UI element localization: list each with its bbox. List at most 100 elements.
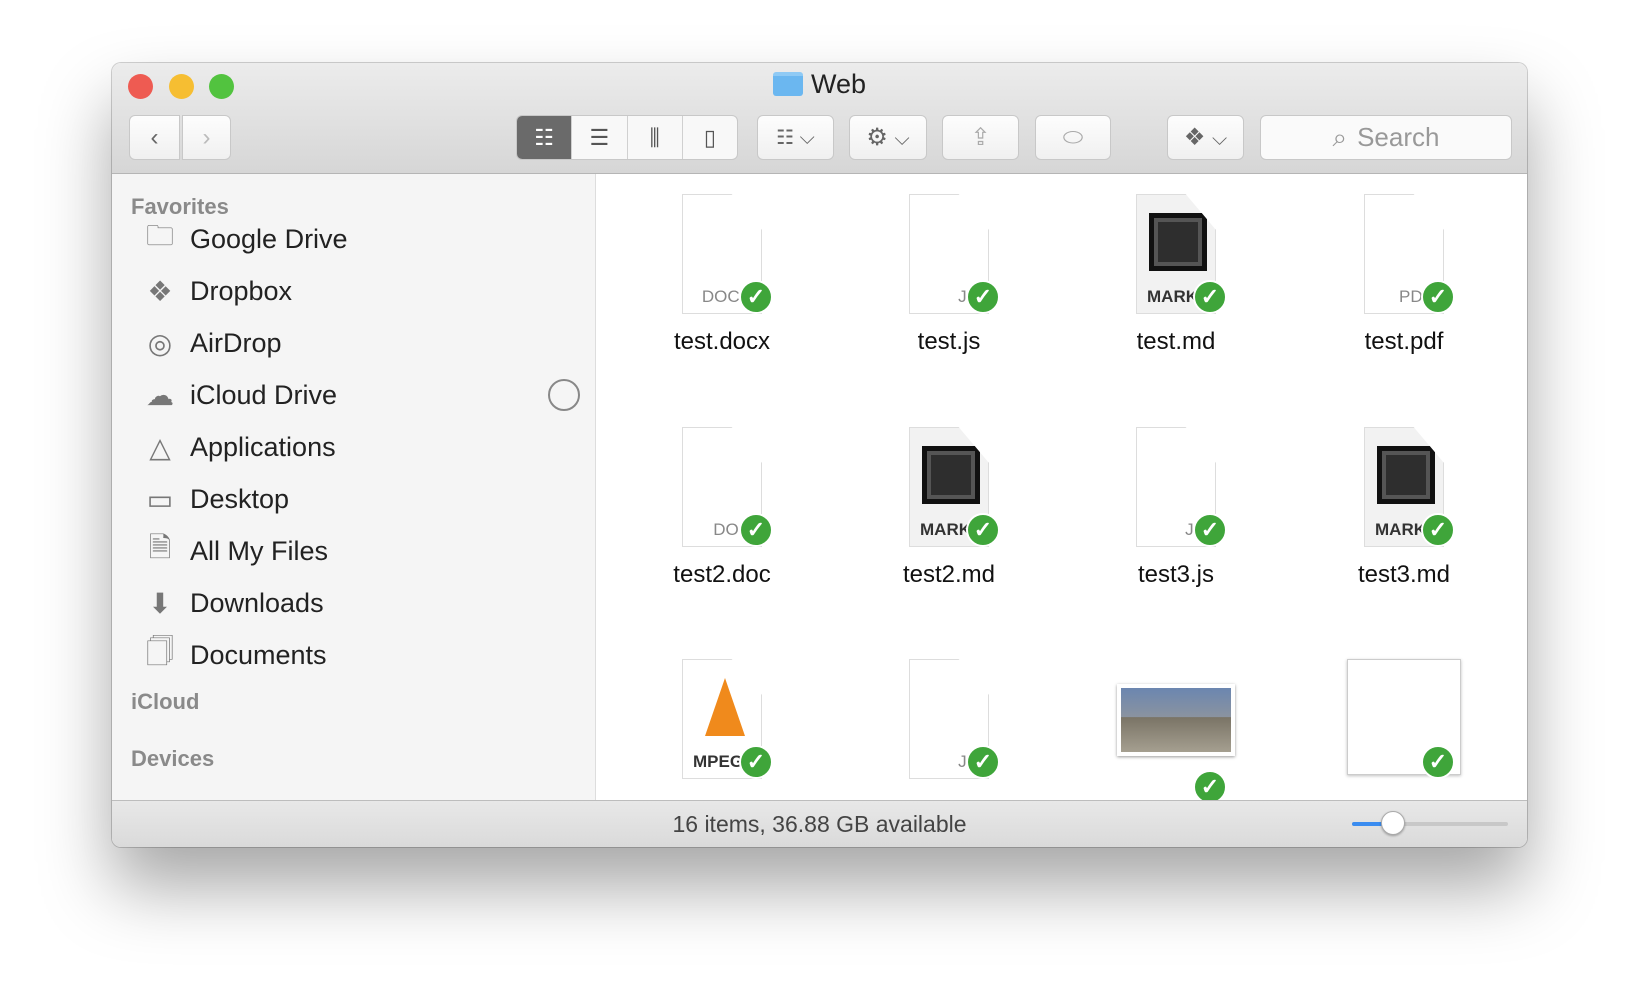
icon-view-button[interactable]: ☷ (517, 116, 573, 159)
synced-check-icon: ✓ (1421, 513, 1455, 547)
file-type-label: MARK (920, 520, 971, 539)
search-placeholder: Search (1357, 122, 1440, 152)
airdrop-icon: ◎ (147, 327, 173, 359)
synced-check-icon: ✓ (966, 513, 1000, 547)
file-type-label: MARK (1147, 287, 1198, 306)
view-switcher: ☷ ☰ ⫼ ▯ (516, 115, 738, 160)
back-button[interactable]: ‹ (129, 115, 180, 160)
markdown-icon (922, 446, 980, 504)
file-item[interactable]: JS✓test.js (839, 194, 1059, 356)
file-item[interactable]: JS✓test3.js (1066, 427, 1286, 589)
sidebar-item-label: Dropbox (190, 275, 293, 306)
file-grid: DOCX✓test.docxJS✓test.jsMARK✓test.mdPDF✓… (597, 174, 1527, 800)
cloud-icon: ☁ (146, 379, 174, 411)
sidebar-item-airdrop[interactable]: ◎ AirDrop (140, 321, 282, 365)
sidebar-item-documents[interactable]: 🗍 Documents (140, 633, 327, 677)
sidebar-item-label: All My Files (190, 535, 329, 566)
file-item[interactable]: JS✓ (839, 659, 1059, 779)
cover-flow-button[interactable]: ▯ (683, 116, 737, 159)
list-icon: ☰ (589, 124, 610, 150)
synced-check-icon: ✓ (739, 280, 773, 314)
downloads-icon: ⬇ (148, 587, 172, 619)
file-name: test.js (917, 328, 981, 355)
grid-icon: ☷ (534, 124, 554, 150)
cover-flow-icon: ▯ (703, 124, 716, 150)
dropbox-icon: ❖ ⌵ (1183, 124, 1228, 151)
slider-knob[interactable] (1380, 811, 1405, 835)
chevron-right-icon: › (202, 123, 211, 151)
all-files-icon: 🗎 (148, 532, 172, 563)
file-item[interactable]: DOCX ✓ test.docx (612, 194, 832, 356)
folder-icon (772, 72, 803, 96)
window-title: Web (112, 69, 1527, 100)
list-view-button[interactable]: ☰ (572, 116, 628, 159)
file-name: test2.md (902, 561, 996, 588)
file-item[interactable]: DOC ✓ test2.doc (612, 427, 832, 589)
finder-window: Web ‹ › ☷ ☰ ⫼ ▯ ☷ ⌵ ⚙ ⌵ ⇪ ⬭ ❖ ⌵ ⌕ Search … (112, 63, 1527, 847)
sidebar-item-label: AirDrop (190, 327, 282, 358)
desktop-icon: ▭ (146, 483, 174, 515)
chevron-left-icon: ‹ (150, 123, 159, 151)
file-item[interactable]: ✓ (1294, 659, 1514, 779)
sidebar-item-label: Documents (190, 639, 327, 670)
columns-icon: ⫼ (649, 124, 660, 150)
tag-icon: ⬭ (1062, 123, 1084, 151)
file-name: test2.doc (673, 561, 771, 588)
sidebar-item-all-my-files[interactable]: 🗎 All My Files (140, 529, 328, 573)
file-item[interactable]: ✓ (1066, 659, 1286, 800)
file-type-label: MARK (1375, 520, 1426, 539)
column-view-button[interactable]: ⫼ (628, 116, 683, 159)
dropbox-icon: ❖ (147, 275, 173, 307)
share-button[interactable]: ⇪ (942, 115, 1019, 160)
file-item[interactable]: MARK ✓ test3.md (1294, 427, 1514, 589)
synced-check-icon: ✓ (1193, 280, 1227, 314)
sidebar-item-applications[interactable]: △ Applications (140, 425, 335, 469)
section-icloud: iCloud (131, 689, 200, 714)
folder-icon: 🗀 (145, 220, 174, 251)
arrange-button[interactable]: ☷ ⌵ (757, 115, 834, 160)
window-title-text: Web (810, 69, 867, 99)
section-devices: Devices (131, 746, 215, 771)
search-field[interactable]: ⌕ Search (1260, 115, 1512, 160)
synced-check-icon: ✓ (1421, 745, 1455, 779)
synced-check-icon: ✓ (1421, 280, 1455, 314)
file-name: test3.md (1357, 561, 1451, 588)
search-icon: ⌕ (1332, 121, 1348, 152)
toolbar: Web ‹ › ☷ ☰ ⫼ ▯ ☷ ⌵ ⚙ ⌵ ⇪ ⬭ ❖ ⌵ ⌕ Search (112, 63, 1527, 174)
sidebar-item-label: iCloud Drive (190, 379, 338, 410)
sidebar-item-google-drive[interactable]: 🗀 Google Drive (140, 217, 348, 261)
forward-button[interactable]: › (182, 115, 231, 160)
file-item[interactable]: MARK ✓ test2.md (839, 427, 1059, 589)
sidebar-item-dropbox[interactable]: ❖ Dropbox (140, 269, 292, 313)
tag-button[interactable]: ⬭ (1035, 115, 1111, 160)
image-thumbnail (1117, 684, 1235, 756)
sync-progress-icon (548, 379, 580, 411)
synced-check-icon: ✓ (966, 745, 1000, 779)
dropbox-button[interactable]: ❖ ⌵ (1167, 115, 1244, 160)
file-item[interactable]: PDF ✓ test.pdf (1294, 194, 1514, 356)
gear-icon: ⚙ ⌵ (866, 124, 910, 151)
file-type-label: MPEG (693, 752, 744, 771)
status-text: 16 items, 36.88 GB available (672, 811, 967, 837)
arrange-icon: ☷ ⌵ (776, 127, 815, 149)
file-name: test.docx (673, 328, 771, 355)
vlc-cone-icon (705, 678, 745, 736)
icon-size-slider[interactable] (1352, 811, 1508, 835)
sidebar: Favorites 🗀 Google Drive ❖ Dropbox ◎ AirDro… (112, 174, 596, 800)
file-item[interactable]: MARK ✓ test.md (1066, 194, 1286, 356)
file-item[interactable]: MPEG ✓ (612, 659, 832, 779)
status-bar: 16 items, 36.88 GB available (112, 800, 1527, 847)
sidebar-item-icloud-drive[interactable]: ☁ iCloud Drive (140, 373, 580, 417)
sidebar-item-desktop[interactable]: ▭ Desktop (140, 477, 289, 521)
documents-icon: 🗍 (146, 636, 174, 667)
synced-check-icon: ✓ (1193, 513, 1227, 547)
sidebar-item-downloads[interactable]: ⬇ Downloads (140, 581, 324, 625)
action-button[interactable]: ⚙ ⌵ (849, 115, 927, 160)
markdown-icon (1377, 446, 1435, 504)
share-icon: ⇪ (970, 124, 991, 151)
applications-icon: △ (149, 431, 171, 463)
synced-check-icon: ✓ (1193, 770, 1227, 800)
file-name: test.md (1136, 328, 1216, 355)
sidebar-item-label: Desktop (190, 483, 290, 514)
sidebar-item-label: Downloads (190, 587, 324, 618)
